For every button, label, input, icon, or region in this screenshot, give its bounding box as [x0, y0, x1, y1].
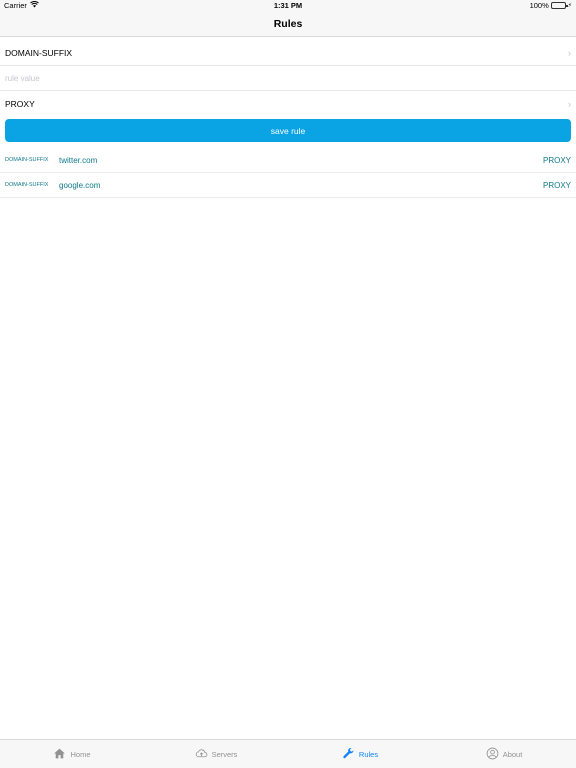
- page-title: Rules: [273, 18, 303, 30]
- charging-icon: ⚡: [567, 3, 572, 9]
- rule-type-value: DOMAIN-SUFFIX: [5, 48, 73, 58]
- rule-policy: PROXY: [542, 155, 571, 165]
- tab-bar: Home Servers Rules About: [0, 739, 576, 768]
- tab-servers[interactable]: Servers: [144, 740, 288, 768]
- rule-type-selector[interactable]: DOMAIN-SUFFIX ›: [0, 41, 576, 66]
- tab-label: About: [502, 749, 523, 759]
- status-right: 100% ⚡: [530, 1, 572, 10]
- battery-percent: 100%: [529, 1, 549, 10]
- rule-type: DOMAIN-SUFFIX: [5, 157, 49, 163]
- wrench-icon: [342, 747, 355, 762]
- rule-policy-selector[interactable]: PROXY ›: [0, 91, 576, 116]
- tab-label: Servers: [211, 749, 238, 759]
- cloud-icon: [195, 747, 208, 762]
- tab-label: Rules: [358, 749, 379, 759]
- chevron-right-icon: ›: [568, 48, 571, 58]
- rule-policy: PROXY: [542, 180, 571, 190]
- person-circle-icon: [486, 747, 499, 762]
- chevron-right-icon: ›: [568, 98, 571, 109]
- save-rule-button[interactable]: save rule: [5, 119, 571, 142]
- clock: 1:31 PM: [273, 1, 303, 10]
- rule-value-input[interactable]: [5, 73, 571, 83]
- tab-home[interactable]: Home: [0, 740, 144, 768]
- rule-value: twitter.com: [59, 155, 98, 165]
- tab-label: Home: [70, 749, 91, 759]
- tab-about[interactable]: About: [432, 740, 576, 768]
- battery-icon: [550, 2, 568, 9]
- status-bar: Carrier 1:31 PM 100% ⚡: [0, 0, 576, 12]
- house-icon: [53, 747, 66, 762]
- navigation-bar: Rules: [0, 12, 576, 37]
- list-item[interactable]: DOMAIN-SUFFIX google.com PROXY: [0, 173, 576, 198]
- rule-value: google.com: [59, 180, 101, 190]
- rule-value-row: [0, 66, 576, 91]
- rule-type: DOMAIN-SUFFIX: [5, 182, 49, 188]
- rule-policy-value: PROXY: [5, 98, 35, 109]
- list-item[interactable]: DOMAIN-SUFFIX twitter.com PROXY: [0, 148, 576, 173]
- tab-rules[interactable]: Rules: [288, 740, 432, 768]
